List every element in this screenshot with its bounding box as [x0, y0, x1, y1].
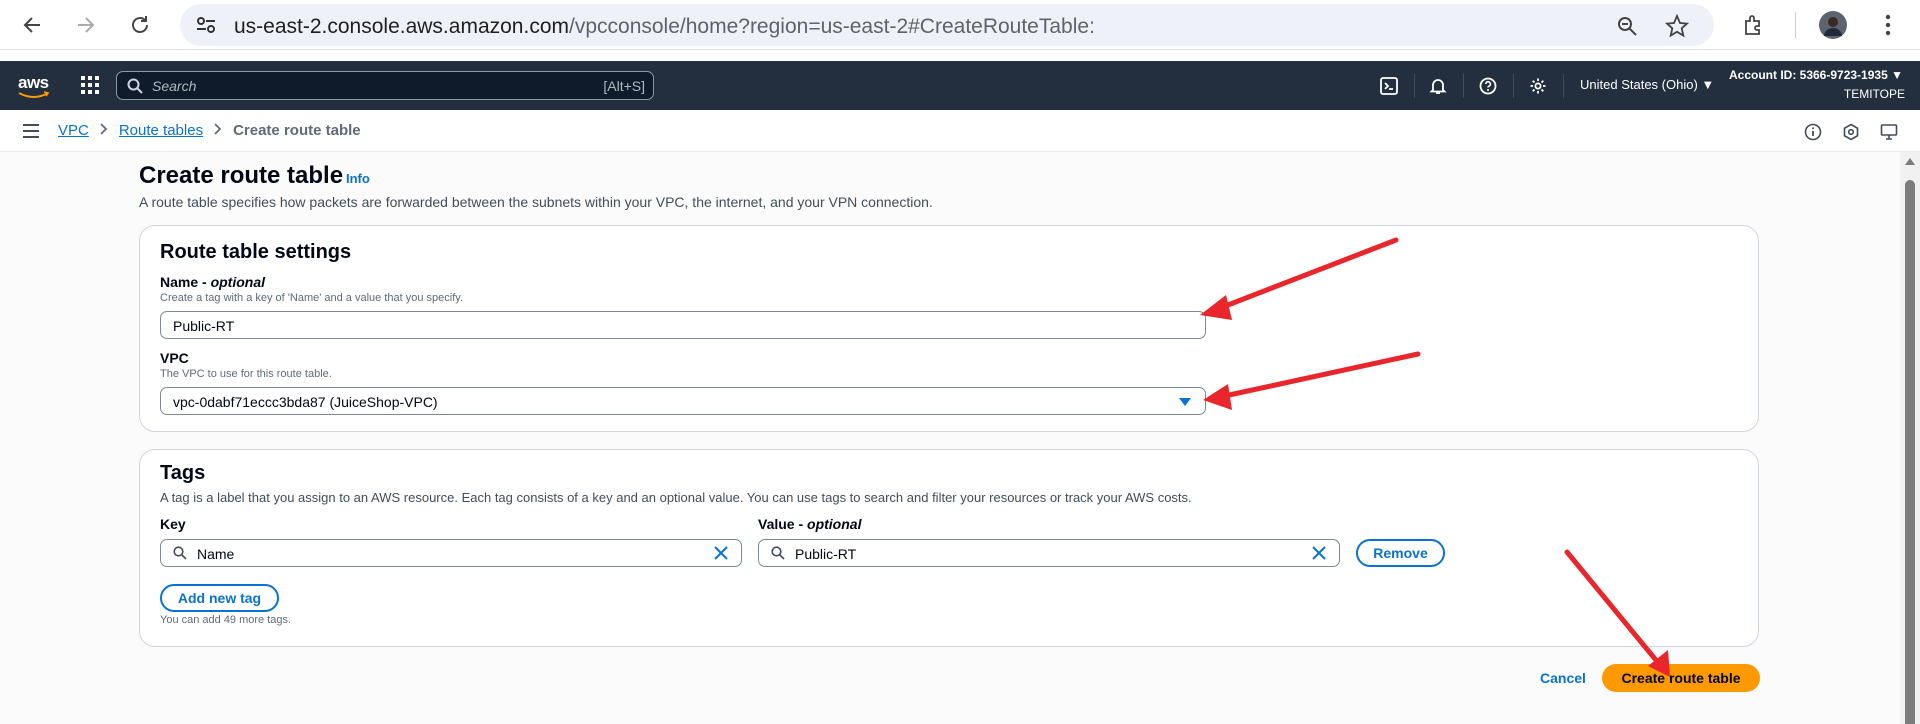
remove-tag-button[interactable]: Remove [1356, 539, 1445, 567]
zoom-icon[interactable] [1614, 13, 1640, 39]
value-label-text: Value - [758, 516, 808, 532]
vpc-field-label: VPC [160, 350, 189, 366]
vpc-select-value: vpc-0dabf71eccc3bda87 (JuiceShop-VPC) [173, 394, 438, 410]
settings-gear-icon[interactable] [1525, 73, 1551, 99]
add-new-tag-button[interactable]: Add new tag [160, 584, 279, 612]
remaining-tags-hint: You can add 49 more tags. [160, 614, 292, 626]
page-scrollbar[interactable] [1900, 152, 1920, 724]
name-label-text: Name - [160, 274, 211, 290]
breadcrumb-bar: VPC Route tables Create route table [0, 110, 1920, 152]
clear-x-icon[interactable] [713, 545, 729, 564]
key-column-label: Key [160, 516, 186, 532]
vpc-field-hint: The VPC to use for this route table. [160, 368, 332, 380]
aws-logo-text: aws [18, 73, 49, 92]
help-icon[interactable] [1475, 73, 1501, 99]
account-id-menu[interactable]: Account ID: 5366-9723-1935 ▼ [1729, 68, 1903, 82]
value-column-label: Value - optional [758, 516, 861, 532]
tags-description: A tag is a label that you assign to an A… [160, 490, 1192, 505]
search-placeholder: Search [152, 78, 197, 94]
profile-avatar[interactable] [1817, 9, 1849, 41]
extensions-icon[interactable] [1738, 9, 1770, 41]
name-input-value: Public-RT [173, 318, 235, 334]
chevron-right-icon [99, 122, 109, 139]
value-optional-text: optional [807, 516, 862, 532]
hexagon-settings-icon[interactable] [1841, 122, 1861, 142]
feedback-screen-icon[interactable] [1879, 122, 1899, 142]
nav-divider [1513, 74, 1514, 98]
hamburger-menu-icon[interactable] [22, 123, 40, 144]
browser-toolbar: us-east-2.console.aws.amazon.com/vpccons… [0, 0, 1920, 50]
aws-logo[interactable]: aws [18, 73, 50, 98]
aws-top-navigation: aws Search [Alt+S] United States (Ohio) … [0, 61, 1920, 110]
tag-value-input[interactable]: Public-RT [758, 539, 1340, 567]
site-info-icon[interactable] [194, 13, 218, 42]
nav-divider [1414, 74, 1415, 98]
nav-divider [1463, 74, 1464, 98]
scrollbar-thumb[interactable] [1905, 180, 1915, 724]
url-text[interactable]: us-east-2.console.aws.amazon.com/vpccons… [234, 15, 1095, 39]
name-input[interactable]: Public-RT [160, 311, 1206, 339]
tag-key-value: Name [197, 546, 235, 562]
panel-title: Route table settings [160, 241, 352, 263]
toolbar-divider [1795, 12, 1796, 38]
url-path: /vpcconsole/home?region=us-east-2#Create… [569, 15, 1095, 38]
bookmark-star-icon[interactable] [1664, 13, 1690, 39]
breadcrumb: VPC Route tables Create route table [58, 122, 361, 139]
name-optional-text: optional [210, 274, 266, 290]
url-host: us-east-2.console.aws.amazon.com [234, 15, 569, 38]
route-table-settings-panel: Route table settings Name - optional Cre… [139, 225, 1759, 432]
reload-icon[interactable] [124, 9, 156, 41]
search-icon [173, 546, 187, 563]
search-icon [127, 78, 143, 99]
nav-divider [1563, 74, 1564, 98]
tags-panel: Tags A tag is a label that you assign to… [139, 449, 1759, 647]
region-selector[interactable]: United States (Ohio) ▼ [1580, 77, 1714, 92]
chevron-right-icon [213, 122, 223, 139]
account-name[interactable]: TEMITOPE [1844, 87, 1905, 101]
name-field-hint: Create a tag with a key of 'Name' and a … [160, 292, 463, 304]
console-search-input[interactable]: Search [Alt+S] [116, 71, 654, 100]
services-grid-icon[interactable] [80, 75, 100, 100]
vpc-select[interactable]: vpc-0dabf71eccc3bda87 (JuiceShop-VPC) [160, 387, 1206, 415]
cancel-button[interactable]: Cancel [1540, 670, 1586, 686]
name-field-label: Name - optional [160, 274, 265, 290]
page-description: A route table specifies how packets are … [139, 194, 933, 210]
forward-arrow-icon[interactable] [70, 9, 102, 41]
cloudshell-icon[interactable] [1376, 73, 1402, 99]
browser-menu-icon[interactable] [1872, 9, 1904, 41]
page-title: Create route table [139, 162, 344, 189]
info-link[interactable]: Info [346, 171, 370, 186]
clear-x-icon[interactable] [1311, 545, 1327, 564]
breadcrumb-current: Create route table [233, 122, 361, 139]
tag-value-value: Public-RT [795, 546, 857, 562]
tag-key-input[interactable]: Name [160, 539, 742, 567]
breadcrumb-route-tables[interactable]: Route tables [119, 122, 203, 139]
info-circle-icon[interactable] [1803, 122, 1823, 142]
panel-title: Tags [160, 462, 206, 484]
back-arrow-icon[interactable] [16, 9, 48, 41]
search-shortcut: [Alt+S] [603, 78, 645, 94]
breadcrumb-vpc[interactable]: VPC [58, 122, 89, 139]
notifications-bell-icon[interactable] [1425, 73, 1451, 99]
create-route-table-button[interactable]: Create route table [1602, 664, 1760, 692]
search-icon [771, 546, 785, 563]
scroll-up-arrow-icon[interactable] [1905, 158, 1915, 165]
caret-down-icon [1179, 398, 1191, 406]
address-bar[interactable]: us-east-2.console.aws.amazon.com/vpccons… [180, 4, 1714, 46]
